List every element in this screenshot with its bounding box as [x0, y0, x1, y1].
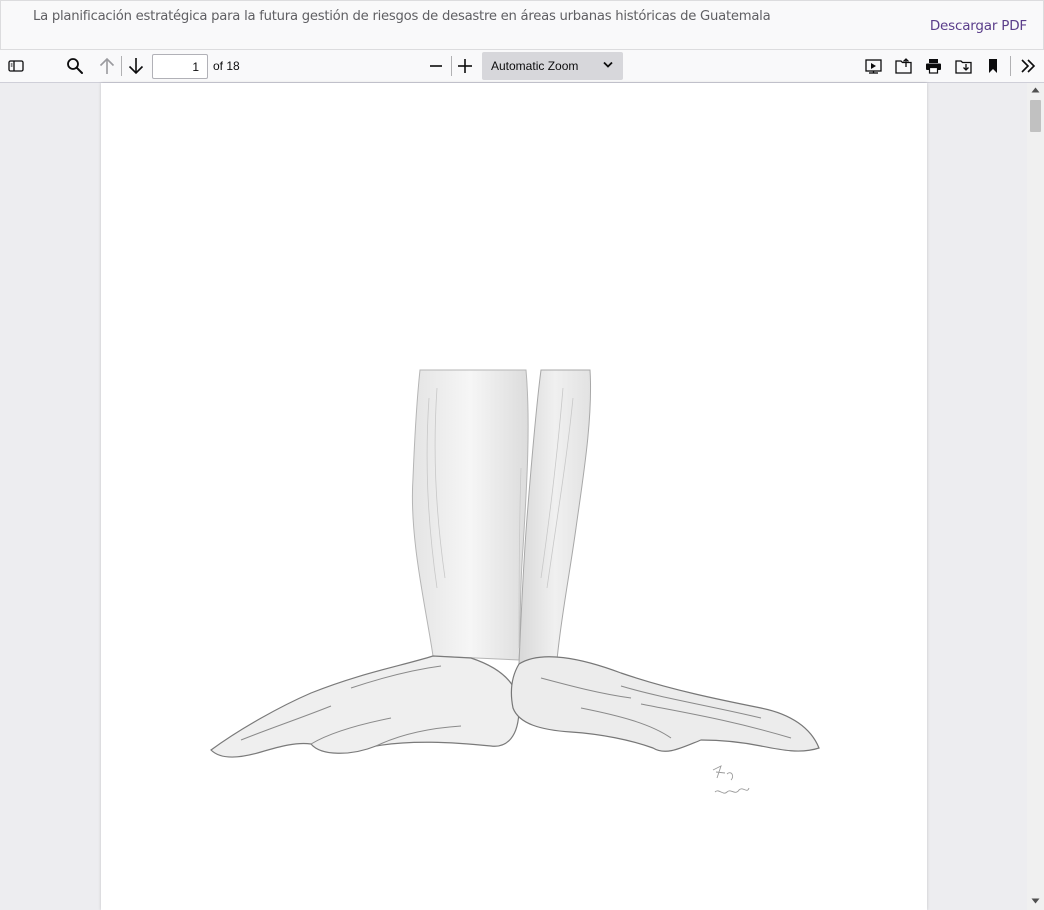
zoom-in-icon	[458, 59, 472, 73]
vertical-scrollbar[interactable]	[1027, 83, 1044, 910]
sidebar-toggle-icon	[8, 60, 24, 72]
zoom-in-button[interactable]	[451, 53, 479, 79]
arrow-up-icon	[99, 57, 115, 74]
presentation-icon	[864, 58, 882, 74]
arrow-down-icon	[128, 58, 144, 75]
scrollbar-thumb[interactable]	[1030, 100, 1041, 132]
next-page-button[interactable]	[122, 53, 150, 79]
zoom-out-button[interactable]	[422, 53, 450, 79]
search-icon	[67, 58, 83, 74]
sidebar-toggle-button[interactable]	[2, 53, 30, 79]
zoom-out-icon	[430, 65, 442, 67]
bookmark-icon	[989, 59, 997, 73]
pdf-viewer[interactable]	[0, 83, 1044, 910]
print-button[interactable]	[919, 53, 947, 79]
hands-sketch-illustration	[210, 369, 820, 794]
download-button[interactable]	[949, 53, 977, 79]
print-icon	[925, 59, 941, 74]
download-icon	[954, 60, 972, 74]
page-number-input[interactable]	[152, 54, 208, 79]
pdf-page	[101, 83, 927, 910]
tools-menu-button[interactable]	[1014, 53, 1042, 79]
double-chevron-right-icon	[1021, 59, 1036, 73]
toolbar-separator	[1010, 56, 1011, 76]
download-pdf-link[interactable]: Descargar PDF	[930, 18, 1027, 34]
open-file-icon	[894, 58, 912, 74]
zoom-select-value: Automatic Zoom	[491, 59, 579, 73]
presentation-mode-button[interactable]	[859, 53, 887, 79]
scroll-up-arrow-icon[interactable]	[1031, 87, 1040, 93]
open-file-button[interactable]	[889, 53, 917, 79]
previous-page-button[interactable]	[93, 53, 121, 79]
artist-signature	[712, 765, 750, 794]
page-count-label: of 18	[213, 59, 240, 73]
scroll-down-arrow-icon[interactable]	[1031, 898, 1040, 904]
zoom-select[interactable]: Automatic Zoom	[482, 52, 623, 80]
pdf-toolbar: of 18 Automatic Zoom	[0, 50, 1044, 83]
bookmark-button[interactable]	[979, 53, 1007, 79]
document-title: La planificación estratégica para la fut…	[33, 9, 771, 24]
find-button[interactable]	[61, 53, 89, 79]
document-header: La planificación estratégica para la fut…	[0, 0, 1044, 50]
chevron-down-icon	[603, 61, 613, 68]
